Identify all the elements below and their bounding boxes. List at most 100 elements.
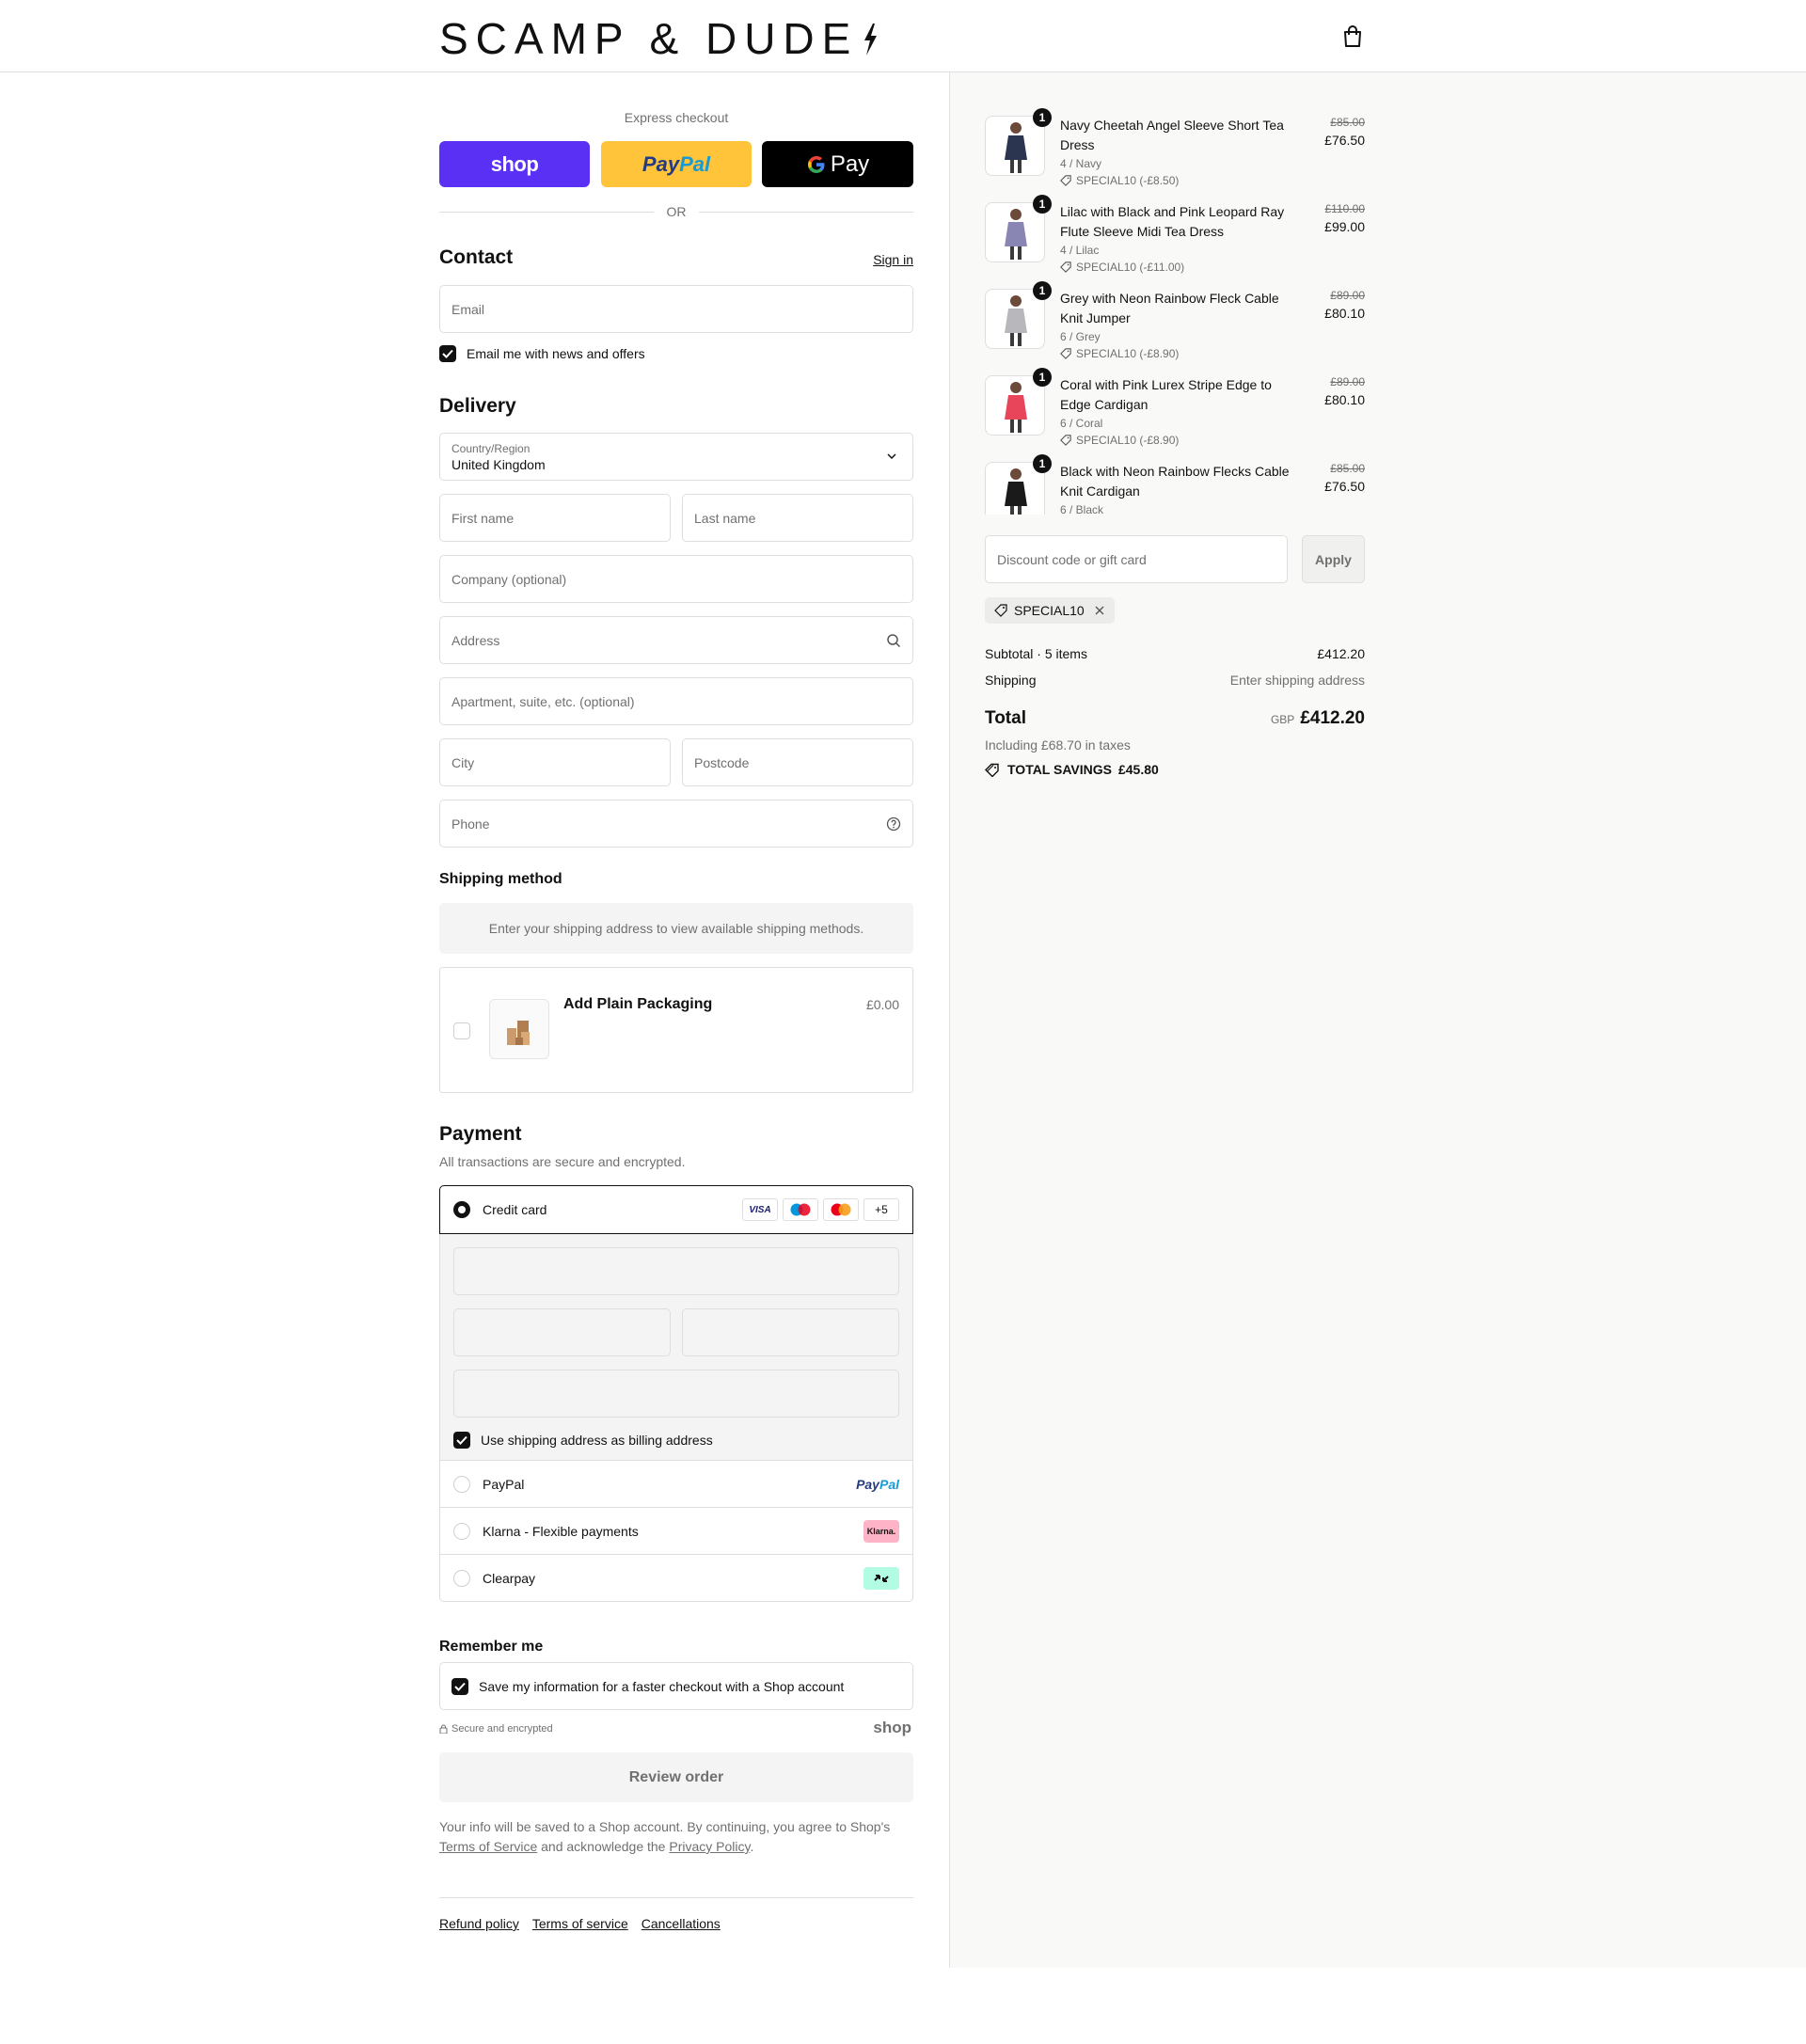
product-variant: 6 / Black bbox=[1060, 503, 1104, 515]
packaging-checkbox[interactable] bbox=[453, 1022, 470, 1039]
plain-packaging-option[interactable]: Add Plain Packaging £0.00 bbox=[439, 967, 913, 1093]
product-name: Grey with Neon Rainbow Fleck Cable Knit … bbox=[1060, 291, 1279, 325]
first-name-field[interactable]: First name bbox=[439, 494, 671, 542]
cancellations-link[interactable]: Cancellations bbox=[642, 1916, 721, 1931]
payment-options: Credit card VISA +5 Use shipping address… bbox=[439, 1185, 913, 1602]
credit-card-radio[interactable] bbox=[453, 1201, 470, 1218]
last-name-placeholder: Last name bbox=[694, 510, 756, 526]
city-field[interactable]: City bbox=[439, 738, 671, 786]
postcode-placeholder: Postcode bbox=[694, 754, 750, 770]
shipping-value: Enter shipping address bbox=[1229, 673, 1365, 688]
google-g-icon bbox=[807, 155, 825, 173]
quantity-badge: 1 bbox=[1033, 108, 1052, 127]
subtotal-row: Subtotal · 5 items £412.20 bbox=[985, 646, 1365, 661]
news-checkbox-row[interactable]: Email me with news and offers bbox=[439, 345, 645, 362]
packaging-image bbox=[489, 999, 549, 1059]
discounted-price: £80.10 bbox=[1324, 306, 1365, 321]
postcode-field[interactable]: Postcode bbox=[682, 738, 913, 786]
email-placeholder: Email bbox=[452, 301, 485, 317]
shop-logo: shop bbox=[873, 1719, 911, 1736]
product-variant: 4 / Lilac bbox=[1060, 244, 1100, 257]
remember-option[interactable]: Save my information for a faster checkou… bbox=[439, 1662, 913, 1710]
terms-of-service-link[interactable]: Terms of Service bbox=[439, 1839, 537, 1854]
product-name: Navy Cheetah Angel Sleeve Short Tea Dres… bbox=[1060, 118, 1284, 152]
klarna-radio[interactable] bbox=[453, 1522, 470, 1540]
card-number-field[interactable] bbox=[453, 1247, 899, 1295]
paypal-express-button[interactable]: Pay Pal bbox=[601, 141, 752, 187]
phone-placeholder: Phone bbox=[452, 816, 490, 832]
product-name: Black with Neon Rainbow Flecks Cable Kni… bbox=[1060, 464, 1290, 499]
billing-checkbox-row[interactable]: Use shipping address as billing address bbox=[453, 1432, 899, 1449]
google-pay-button[interactable]: Pay bbox=[762, 141, 913, 187]
close-icon[interactable] bbox=[1094, 605, 1105, 616]
address-field[interactable]: Address bbox=[439, 616, 913, 664]
terms-notice-c: . bbox=[750, 1839, 754, 1854]
privacy-policy-link[interactable]: Privacy Policy bbox=[669, 1839, 750, 1854]
last-name-field[interactable]: Last name bbox=[682, 494, 913, 542]
clearpay-option[interactable]: Clearpay bbox=[440, 1554, 912, 1601]
card-expiry-field[interactable] bbox=[453, 1308, 671, 1356]
packaging-price: £0.00 bbox=[865, 997, 899, 1012]
shipping-info-text: Enter your shipping address to view avai… bbox=[488, 921, 864, 936]
help-icon[interactable] bbox=[886, 816, 901, 832]
cart-items-inner: 1 Navy Cheetah Angel Sleeve Short Tea Dre… bbox=[949, 103, 1806, 515]
clearpay-radio[interactable] bbox=[453, 1569, 470, 1587]
remember-checkbox[interactable] bbox=[452, 1677, 468, 1695]
apply-discount-button[interactable]: Apply bbox=[1302, 535, 1365, 583]
product-model-image bbox=[1005, 209, 1027, 260]
remember-title: Remember me bbox=[439, 1639, 544, 1655]
apartment-field[interactable]: Apartment, suite, etc. (optional) bbox=[439, 677, 913, 725]
shipping-method-title: Shipping method bbox=[439, 871, 562, 887]
product-discount: SPECIAL10 (-£11.00) bbox=[1060, 261, 1184, 274]
discount-code-field[interactable]: Discount code or gift card bbox=[985, 535, 1288, 583]
brand-logo[interactable]: SCAMP & DUDE bbox=[439, 13, 879, 64]
quantity-badge: 1 bbox=[1033, 281, 1052, 300]
total-savings: TOTAL SAVINGS £45.80 bbox=[985, 762, 1159, 777]
product-discount-code: SPECIAL10 (-£8.50) bbox=[1076, 174, 1180, 187]
sign-in-link[interactable]: Sign in bbox=[873, 252, 913, 267]
phone-field[interactable]: Phone bbox=[439, 800, 913, 848]
product-variant: 6 / Grey bbox=[1060, 330, 1101, 343]
terms-notice-a: Your info will be saved to a Shop accoun… bbox=[439, 1819, 891, 1834]
news-checkbox[interactable] bbox=[439, 345, 456, 362]
discounted-price: £80.10 bbox=[1324, 392, 1365, 407]
refund-policy-link[interactable]: Refund policy bbox=[439, 1916, 519, 1931]
or-label: OR bbox=[654, 204, 699, 219]
secure-label: Secure and encrypted bbox=[452, 1723, 553, 1735]
country-select[interactable]: Country/Region United Kingdom bbox=[439, 433, 913, 481]
shipping-info-box: Enter your shipping address to view avai… bbox=[439, 903, 913, 954]
shipping-row: Shipping Enter shipping address bbox=[985, 673, 1365, 688]
cart-item: 1 Grey with Neon Rainbow Fleck Cable Knit… bbox=[985, 281, 1365, 364]
contact-title: Contact bbox=[439, 246, 514, 268]
visa-icon: VISA bbox=[742, 1198, 778, 1221]
email-field[interactable]: Email bbox=[439, 285, 913, 333]
billing-checkbox[interactable] bbox=[453, 1432, 470, 1449]
paypal-option[interactable]: PayPal PayPal bbox=[440, 1460, 912, 1507]
original-price: £89.00 bbox=[1330, 289, 1365, 302]
review-order-button[interactable]: Review order bbox=[439, 1752, 913, 1802]
klarna-logo: Klarna. bbox=[863, 1519, 899, 1543]
product-model-image bbox=[1005, 122, 1027, 173]
search-icon bbox=[887, 633, 901, 647]
cart-items-list: 1 Navy Cheetah Angel Sleeve Short Tea Dre… bbox=[949, 103, 1806, 515]
total-label: Total bbox=[985, 708, 1026, 728]
mastercard-icon bbox=[823, 1198, 859, 1221]
brand-name: SCAMP & DUDE bbox=[439, 14, 859, 63]
paypal-radio[interactable] bbox=[453, 1475, 470, 1493]
card-cvv-field[interactable] bbox=[682, 1308, 899, 1356]
gpay-label: Pay bbox=[830, 151, 870, 177]
shopping-bag-icon[interactable] bbox=[1342, 25, 1363, 48]
product-variant: 6 / Coral bbox=[1060, 417, 1103, 430]
terms-of-service-footer-link[interactable]: Terms of service bbox=[532, 1916, 628, 1931]
klarna-option[interactable]: Klarna - Flexible payments Klarna. bbox=[440, 1507, 912, 1554]
card-name-field[interactable] bbox=[453, 1370, 899, 1418]
quantity-badge: 1 bbox=[1033, 454, 1052, 473]
company-field[interactable]: Company (optional) bbox=[439, 555, 913, 603]
discount-placeholder: Discount code or gift card bbox=[997, 551, 1147, 567]
packaging-name: Add Plain Packaging bbox=[563, 996, 713, 1012]
paypal-wordmark-b: Pal bbox=[679, 151, 711, 176]
secure-note: Secure and encrypted bbox=[439, 1723, 553, 1735]
address-placeholder: Address bbox=[452, 632, 500, 648]
credit-card-option[interactable]: Credit card VISA +5 bbox=[439, 1185, 913, 1234]
shop-pay-button[interactable]: shop bbox=[439, 141, 590, 187]
